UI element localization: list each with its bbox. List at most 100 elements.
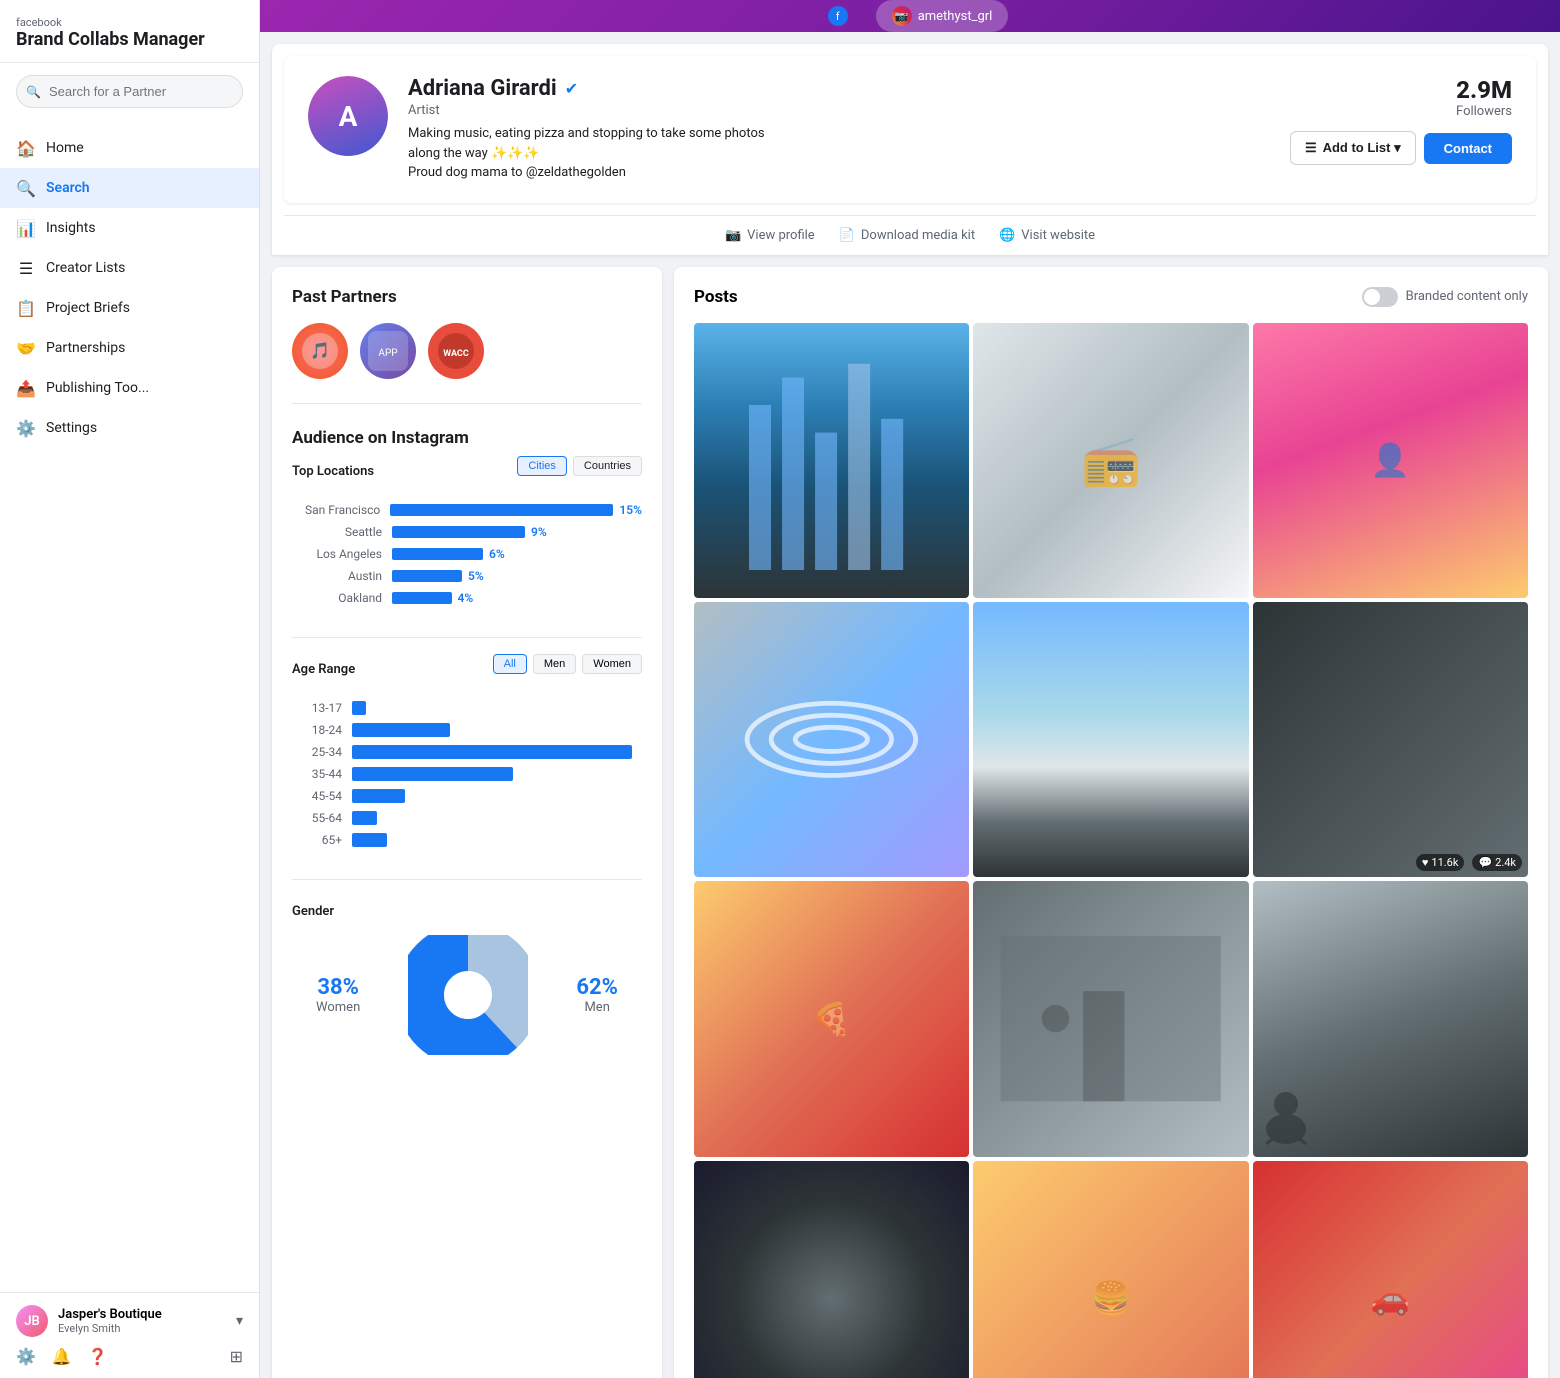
post-3[interactable]: 👤 <box>1253 323 1528 598</box>
age-bar-2534 <box>352 745 632 759</box>
brand-main: Brand Collabs Manager <box>16 29 243 50</box>
age-label-4554: 45-54 <box>292 789 342 803</box>
post-7[interactable]: 🍕 <box>694 881 969 1156</box>
location-row-austin: Austin 5% <box>292 569 642 583</box>
list-icon: ☰ <box>1305 140 1317 156</box>
age-title: Age Range <box>292 662 355 677</box>
search-wrap: 🔍 <box>16 75 243 108</box>
bell-icon[interactable]: 🔔 <box>52 1347 72 1366</box>
tab-instagram[interactable]: 📷 amethyst_grl <box>876 0 1009 32</box>
sidebar-nav: 🏠 Home 🔍 Search 📊 Insights ☰ Creator Lis… <box>0 120 259 1292</box>
sidebar-item-project-briefs[interactable]: 📋 Project Briefs <box>0 288 259 328</box>
partner-logo-3: WACC <box>428 323 484 379</box>
sidebar-header: facebook Brand Collabs Manager <box>0 0 259 63</box>
post-11[interactable]: 🍔 <box>973 1161 1248 1378</box>
sidebar-item-search[interactable]: 🔍 Search <box>0 168 259 208</box>
age-row-1824: 18-24 <box>292 723 642 737</box>
instagram-handle: amethyst_grl <box>918 9 993 24</box>
location-pct-la: 6% <box>489 547 505 561</box>
settings-footer-icon[interactable]: ⚙️ <box>16 1347 36 1366</box>
location-bar-seattle <box>392 526 525 538</box>
profile-bio: Making music, eating pizza and stopping … <box>408 124 1270 183</box>
globe-icon: 🌐 <box>999 228 1015 243</box>
search-input[interactable] <box>16 75 243 108</box>
project-briefs-label: Project Briefs <box>46 300 130 316</box>
post-8[interactable] <box>973 881 1248 1156</box>
age-row-5564: 55-64 <box>292 811 642 825</box>
age-label-1317: 13-17 <box>292 701 342 715</box>
project-briefs-icon: 📋 <box>16 298 36 318</box>
sidebar-item-publishing-tools[interactable]: 📤 Publishing Too... <box>0 368 259 408</box>
post-4[interactable] <box>694 602 969 877</box>
gender-title: Gender <box>292 904 642 919</box>
location-row-sf: San Francisco 15% <box>292 503 642 517</box>
search-label: Search <box>46 180 90 196</box>
add-to-list-button[interactable]: ☰ Add to List ▾ <box>1290 131 1416 165</box>
men-stat: 62% Men <box>576 975 618 1015</box>
toggle-knob <box>1364 289 1380 305</box>
platform-topbar: f 📷 amethyst_grl <box>260 0 1560 32</box>
search-container: 🔍 <box>16 75 243 108</box>
heart-icon: ♥ <box>1422 856 1429 869</box>
sidebar-item-settings[interactable]: ⚙️ Settings <box>0 408 259 448</box>
cities-button[interactable]: Cities <box>517 456 567 476</box>
bio-line1: Making music, eating pizza and stopping … <box>408 126 765 141</box>
age-row-65plus: 65+ <box>292 833 642 847</box>
sidebar-item-insights[interactable]: 📊 Insights <box>0 208 259 248</box>
sidebar-item-home[interactable]: 🏠 Home <box>0 128 259 168</box>
view-profile-link[interactable]: 📷 View profile <box>725 228 815 243</box>
post-1[interactable] <box>694 323 969 598</box>
post-6[interactable]: ♥ 11.6k 💬 2.4k <box>1253 602 1528 877</box>
publishing-tools-label: Publishing Too... <box>46 380 149 396</box>
all-button[interactable]: All <box>493 654 527 674</box>
post-9[interactable] <box>1253 881 1528 1156</box>
age-filter-buttons: All Men Women <box>493 654 642 674</box>
partnerships-label: Partnerships <box>46 340 125 356</box>
contact-button[interactable]: Contact <box>1424 133 1512 164</box>
men-button[interactable]: Men <box>533 654 576 674</box>
profile-stats: 2.9M Followers <box>1290 76 1512 119</box>
grid-icon[interactable]: ⊞ <box>230 1347 243 1366</box>
past-partners-title: Past Partners <box>292 287 642 307</box>
followers-label: Followers <box>1290 104 1512 119</box>
settings-label: Settings <box>46 420 97 436</box>
past-partners-section: Past Partners 🎵 APP WACC <box>292 287 642 404</box>
visit-website-link[interactable]: 🌐 Visit website <box>999 228 1095 243</box>
sidebar-item-creator-lists[interactable]: ☰ Creator Lists <box>0 248 259 288</box>
post-2[interactable]: 📻 <box>973 323 1248 598</box>
download-media-kit-label: Download media kit <box>861 228 975 243</box>
comments-count: 2.4k <box>1495 856 1516 869</box>
insights-label: Insights <box>46 220 96 236</box>
help-icon[interactable]: ❓ <box>88 1347 108 1366</box>
location-bar-la <box>392 548 483 560</box>
verified-badge: ✔ <box>565 79 578 98</box>
location-name-austin: Austin <box>292 569 382 583</box>
account-chevron-icon[interactable]: ▾ <box>236 1313 243 1329</box>
age-label-1824: 18-24 <box>292 723 342 737</box>
post-5[interactable] <box>973 602 1248 877</box>
svg-text:🎵: 🎵 <box>310 341 330 360</box>
audience-section: Audience on Instagram Top Locations Citi… <box>292 428 642 1079</box>
account-info: Jasper's Boutique Evelyn Smith <box>58 1307 226 1335</box>
bio-line2: along the way ✨✨✨ <box>408 146 540 161</box>
age-label-65plus: 65+ <box>292 833 342 847</box>
likes-count: 11.6k <box>1431 856 1458 869</box>
post-10[interactable] <box>694 1161 969 1378</box>
tab-facebook[interactable]: f <box>812 0 864 32</box>
download-media-kit-link[interactable]: 📄 Download media kit <box>839 228 975 243</box>
left-panel: Past Partners 🎵 APP WACC Audience on Ins… <box>272 267 662 1378</box>
branded-content-toggle[interactable] <box>1362 287 1398 307</box>
countries-button[interactable]: Countries <box>573 456 642 476</box>
sidebar-item-partnerships[interactable]: 🤝 Partnerships <box>0 328 259 368</box>
post-12[interactable]: 🚗 <box>1253 1161 1528 1378</box>
women-button[interactable]: Women <box>582 654 642 674</box>
home-icon: 🏠 <box>16 138 36 158</box>
main-content: f 📷 amethyst_grl A Adriana Girardi ✔ Art… <box>260 0 1560 1378</box>
gender-section: Gender 38% Women <box>292 904 642 1079</box>
age-bars: 13-17 18-24 25-34 35-44 <box>292 701 642 847</box>
location-row-seattle: Seattle 9% <box>292 525 642 539</box>
svg-text:WACC: WACC <box>443 349 469 359</box>
locations-title: Top Locations <box>292 464 374 479</box>
location-pct-sf: 15% <box>619 503 642 517</box>
posts-panel: Posts Branded content only <box>674 267 1548 1378</box>
